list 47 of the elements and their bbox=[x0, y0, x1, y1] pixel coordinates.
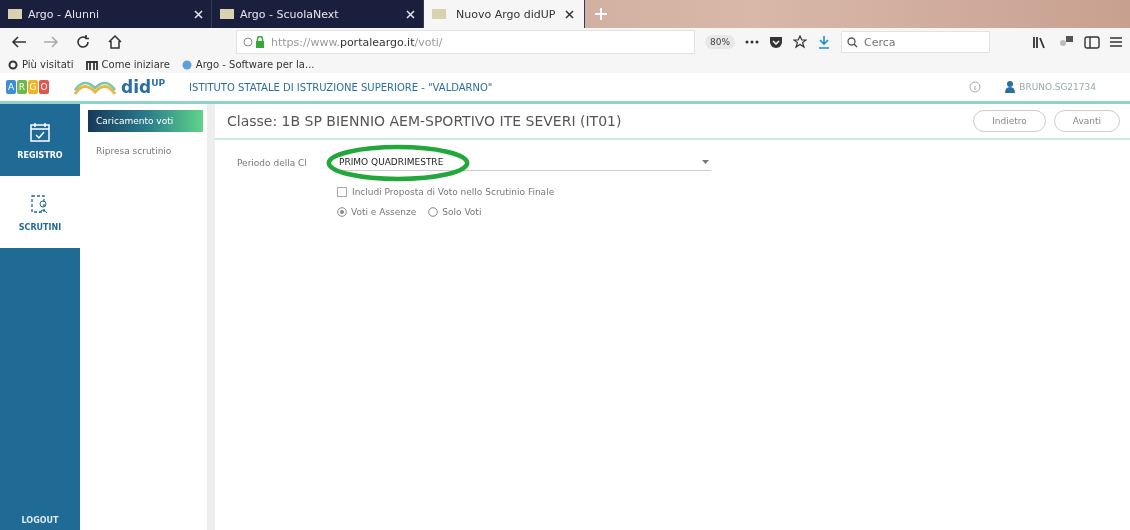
close-icon[interactable] bbox=[565, 9, 575, 19]
period-dropdown[interactable]: PRIMO QUADRIMESTRE bbox=[337, 154, 711, 171]
sidebar-item[interactable]: SCRUTINI bbox=[0, 176, 80, 248]
favicon-icon bbox=[432, 9, 446, 19]
field-label: Periodo della Cl bbox=[237, 157, 308, 168]
address-bar[interactable]: https://www.portaleargo.it/voti/ bbox=[236, 30, 695, 54]
logout-link[interactable]: LOGOUT bbox=[21, 516, 59, 525]
download-icon[interactable] bbox=[817, 35, 831, 49]
lock-icon bbox=[243, 36, 265, 48]
user-icon bbox=[1005, 81, 1016, 93]
checkbox[interactable] bbox=[337, 187, 347, 197]
school-name: ISTITUTO STATALE DI ISTRUZIONE SUPERIORE - "VALDARNO" bbox=[189, 81, 494, 93]
star-icon[interactable] bbox=[793, 35, 807, 49]
app-name: did$^{UP}$ bbox=[121, 77, 166, 97]
bookmark-logo-icon bbox=[85, 59, 98, 70]
bookmark-link[interactable]: Più visitati bbox=[22, 59, 74, 70]
logo-letter: G bbox=[28, 80, 38, 94]
logo-letter: R bbox=[17, 80, 27, 94]
favicon-icon bbox=[8, 9, 22, 19]
globe-icon bbox=[181, 59, 192, 70]
nav-button[interactable]: Indietro bbox=[973, 110, 1046, 132]
radio-label: Voti e Assenze bbox=[351, 207, 417, 217]
checkbox-label: Includi Proposta di Voto nello Scrutinio Finale bbox=[352, 187, 555, 197]
bookmark-link[interactable]: Come iniziare bbox=[101, 59, 170, 70]
search-field[interactable]: Cerca bbox=[841, 31, 990, 53]
submenu-item[interactable]: Caricamento voti bbox=[88, 110, 203, 132]
pocket-icon[interactable] bbox=[769, 35, 783, 49]
radio-button[interactable] bbox=[428, 207, 439, 217]
favicon-icon bbox=[220, 9, 234, 19]
browser-tab[interactable]: Nuovo Argo didUP bbox=[424, 0, 586, 28]
radio-button[interactable] bbox=[337, 207, 347, 217]
logo-letter: A bbox=[6, 80, 16, 94]
more-icon[interactable] bbox=[745, 40, 759, 44]
page-title: Classe: 1B SP BIENNIO AEM-SPORTIVO ITE SEVERI (IT01) bbox=[227, 113, 623, 129]
bookmark-link[interactable]: Argo - Software per la... bbox=[195, 59, 315, 70]
caret-icon bbox=[702, 160, 709, 164]
nav-button[interactable]: Avanti bbox=[1053, 110, 1120, 132]
menu-icon[interactable] bbox=[1110, 36, 1122, 48]
gear-icon bbox=[8, 59, 18, 70]
logo-letter: O bbox=[39, 80, 49, 94]
search-icon bbox=[847, 37, 858, 48]
sidebar-icon[interactable] bbox=[1084, 35, 1100, 49]
radio-label: Solo Voti bbox=[442, 207, 482, 217]
calendar-icon bbox=[29, 120, 51, 143]
zoom-level[interactable]: 80% bbox=[705, 35, 735, 49]
library-icon[interactable] bbox=[1032, 35, 1048, 49]
submenu-item[interactable]: Ripresa scrutinio bbox=[88, 140, 203, 162]
